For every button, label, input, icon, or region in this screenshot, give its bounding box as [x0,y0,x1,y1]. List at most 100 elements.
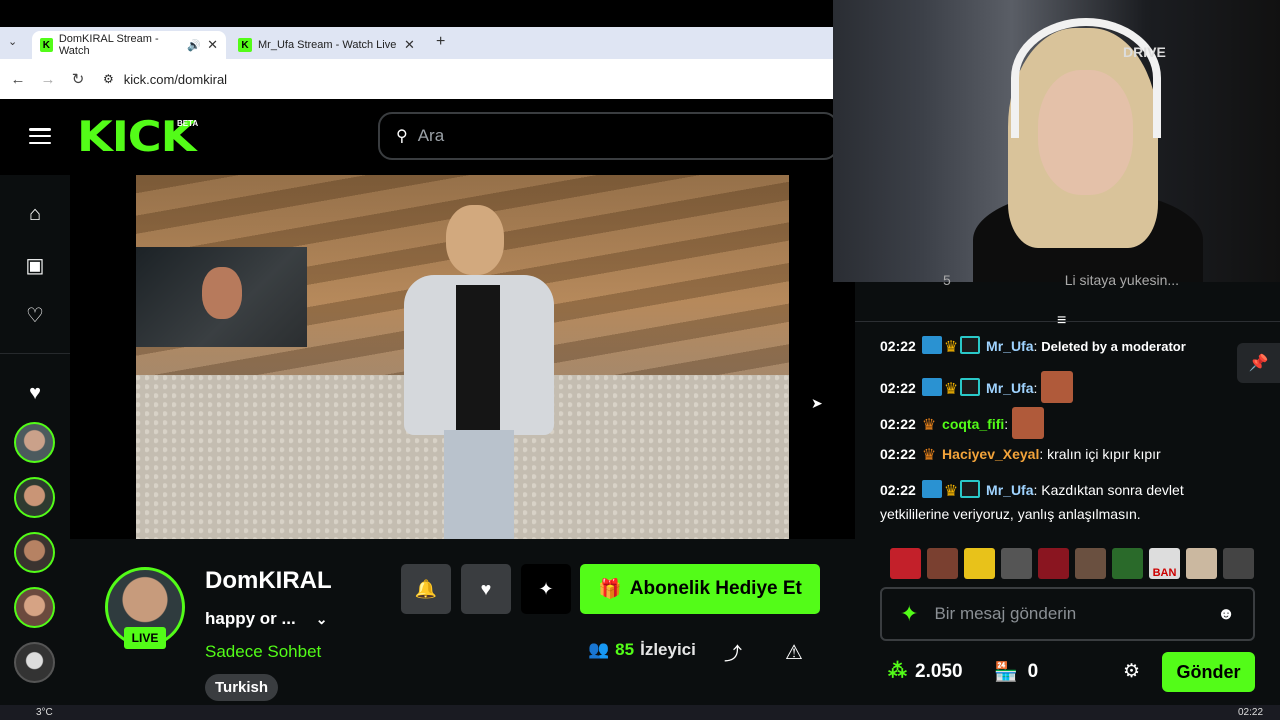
mouse-cursor-icon: ➤ [811,395,823,411]
url-field[interactable]: ⚙ kick.com/domkiral [103,64,833,94]
sparkle-icon: ✦ [538,578,554,599]
followed-channel-avatar[interactable] [14,477,55,518]
followed-channel-avatar[interactable] [14,587,55,628]
search-placeholder: Ara [417,126,445,145]
chat-username[interactable]: Mr_Ufa [986,338,1033,354]
viewer-count-number: 85 [615,640,635,659]
following-icon[interactable]: ♡ [23,303,47,327]
video-player[interactable] [136,175,789,539]
search-input[interactable]: ⚲ Ara [378,112,838,160]
store-count: 0 [1027,661,1039,682]
close-tab-icon[interactable]: ✕ [404,37,415,53]
gift-subscription-button[interactable]: 🎁 Abonelik Hediye Et [580,564,820,614]
scroll-down-icon[interactable]: ≡ [1057,312,1066,330]
emote-people-icon[interactable] [1075,548,1106,579]
moderator-badge-icon [921,480,942,498]
send-button[interactable]: Gönder [1162,652,1255,692]
sparkle-button[interactable]: ✦ [521,564,571,614]
home-icon[interactable]: ⌂ [23,203,47,227]
chat-message: 02:22 ♛ Mr_Ufa: Deleted by a moderator [880,336,1186,356]
crown-badge-icon: ♛ [943,381,959,398]
emote-cat-icon[interactable] [1186,548,1217,579]
channel-name[interactable]: DomKIRAL [205,567,332,595]
emote-candle-icon[interactable] [1112,548,1143,579]
chat-input-placeholder: Bir mesaj gönderin [934,604,1077,623]
chat-message-input[interactable]: ✦ Bir mesaj gönderin ☻ [880,587,1255,641]
chat-divider [855,321,1280,322]
close-tab-icon[interactable]: ✕ [207,37,218,53]
taskbar-clock[interactable]: 02:22 [1238,707,1263,718]
streamer-pip-cam [136,247,307,347]
chat-username[interactable]: Mr_Ufa [986,482,1033,498]
tab-domkiral[interactable]: K DomKIRAL Stream - Watch 🔊 ✕ [32,31,226,59]
partial-count: 5 [943,272,951,288]
sparkle-icon[interactable]: ✦ [900,601,918,627]
message-time: 02:22 [880,416,916,432]
beta-label: BETA [177,119,199,128]
sidebar-divider [0,353,70,354]
emote-red-icon[interactable] [1038,548,1069,579]
crown-badge-icon: ♛ [943,483,959,500]
kick-favicon-icon: K [238,38,252,52]
crown-badge-icon: ♛ [921,447,937,464]
chat-username[interactable]: Mr_Ufa [986,380,1033,396]
chat-message: 02:22 ♛ Mr_Ufa: Kazdıktan sonra devlet ye… [880,480,1184,522]
os-taskbar: 3°C 02:22 [0,705,1280,720]
tab-mr-ufa[interactable]: K Mr_Ufa Stream - Watch Live on ✕ [230,31,426,59]
forward-icon[interactable]: → [33,71,63,88]
browse-icon[interactable]: ▣ [23,253,47,277]
menu-icon[interactable] [29,128,51,144]
laughing-emote-icon [1012,407,1045,439]
followed-channel-avatar[interactable] [14,532,55,573]
tab-title: Mr_Ufa Stream - Watch Live on [258,39,398,51]
chat-username[interactable]: coqta_fifi [942,416,1004,432]
chat-username[interactable]: Haciyev_Xeyal [942,446,1039,462]
bell-icon: 🔔 [414,578,438,599]
new-tab-icon[interactable]: + [436,33,445,51]
chat-partial-message: 5 Li sitaya yukesin... [900,272,1179,288]
gear-icon[interactable]: ⚙ [1123,660,1140,683]
address-bar: ← → ↻ ⚙ kick.com/domkiral [0,59,833,99]
og-badge-icon [960,378,981,396]
og-badge-icon [960,480,981,498]
kick-favicon-icon: K [40,38,53,52]
chevron-down-icon[interactable]: ⌄ [316,611,328,628]
emote-face-icon[interactable] [927,548,958,579]
language-tag[interactable]: Turkish [205,674,279,701]
site-info-icon[interactable]: ⚙ [103,72,114,86]
share-icon[interactable]: ⤴ [724,640,742,666]
emote-gray-icon[interactable] [1001,548,1032,579]
tab-search-icon[interactable]: ⌄ [8,35,17,48]
reload-icon[interactable]: ↻ [63,70,93,88]
store-button[interactable]: 🏪 0 [994,660,1038,684]
pin-icon[interactable]: 📌 [1237,343,1280,383]
emote-quick-bar: BAN [890,548,1254,579]
points-value: 2.050 [915,660,963,682]
back-icon[interactable]: ← [3,71,33,88]
emote-yellow-icon[interactable] [964,548,995,579]
channel-points[interactable]: ⁂ 2.050 [888,660,963,683]
message-time: 02:22 [880,482,916,498]
emoji-icon[interactable]: ☻ [1217,604,1235,624]
emote-ban-icon[interactable]: BAN [1149,548,1180,579]
stream-title-row[interactable]: happy or ... ⌄ [205,609,327,629]
window-top-bar [0,0,833,27]
followed-heart-icon: ♥ [29,382,41,404]
report-warning-icon[interactable]: ⚠ [785,640,803,665]
followed-channel-avatar[interactable] [14,422,55,463]
crown-badge-icon: ♛ [921,417,937,434]
chat-message: 02:22 ♛ Haciyev_Xeyal: kralın içi kıpır k… [880,446,1161,464]
partial-text: Li sitaya yukesin... [1064,272,1180,288]
live-badge: LIVE [124,627,166,649]
weather-temp[interactable]: 3°C [36,707,53,718]
follow-button[interactable]: ♥ [461,564,511,614]
stream-category[interactable]: Sadece Sohbet [205,642,321,662]
emote-sunglasses-icon[interactable] [1223,548,1254,579]
notification-bell-button[interactable]: 🔔 [401,564,451,614]
tab-strip: ⌄ K DomKIRAL Stream - Watch 🔊 ✕ K Mr_Ufa… [0,27,833,59]
laughing-emote-icon [1041,371,1074,403]
message-time: 02:22 [880,338,916,354]
url-text: kick.com/domkiral [123,71,228,87]
emote-can-icon[interactable] [890,548,921,579]
followed-channel-avatar[interactable] [14,642,55,683]
